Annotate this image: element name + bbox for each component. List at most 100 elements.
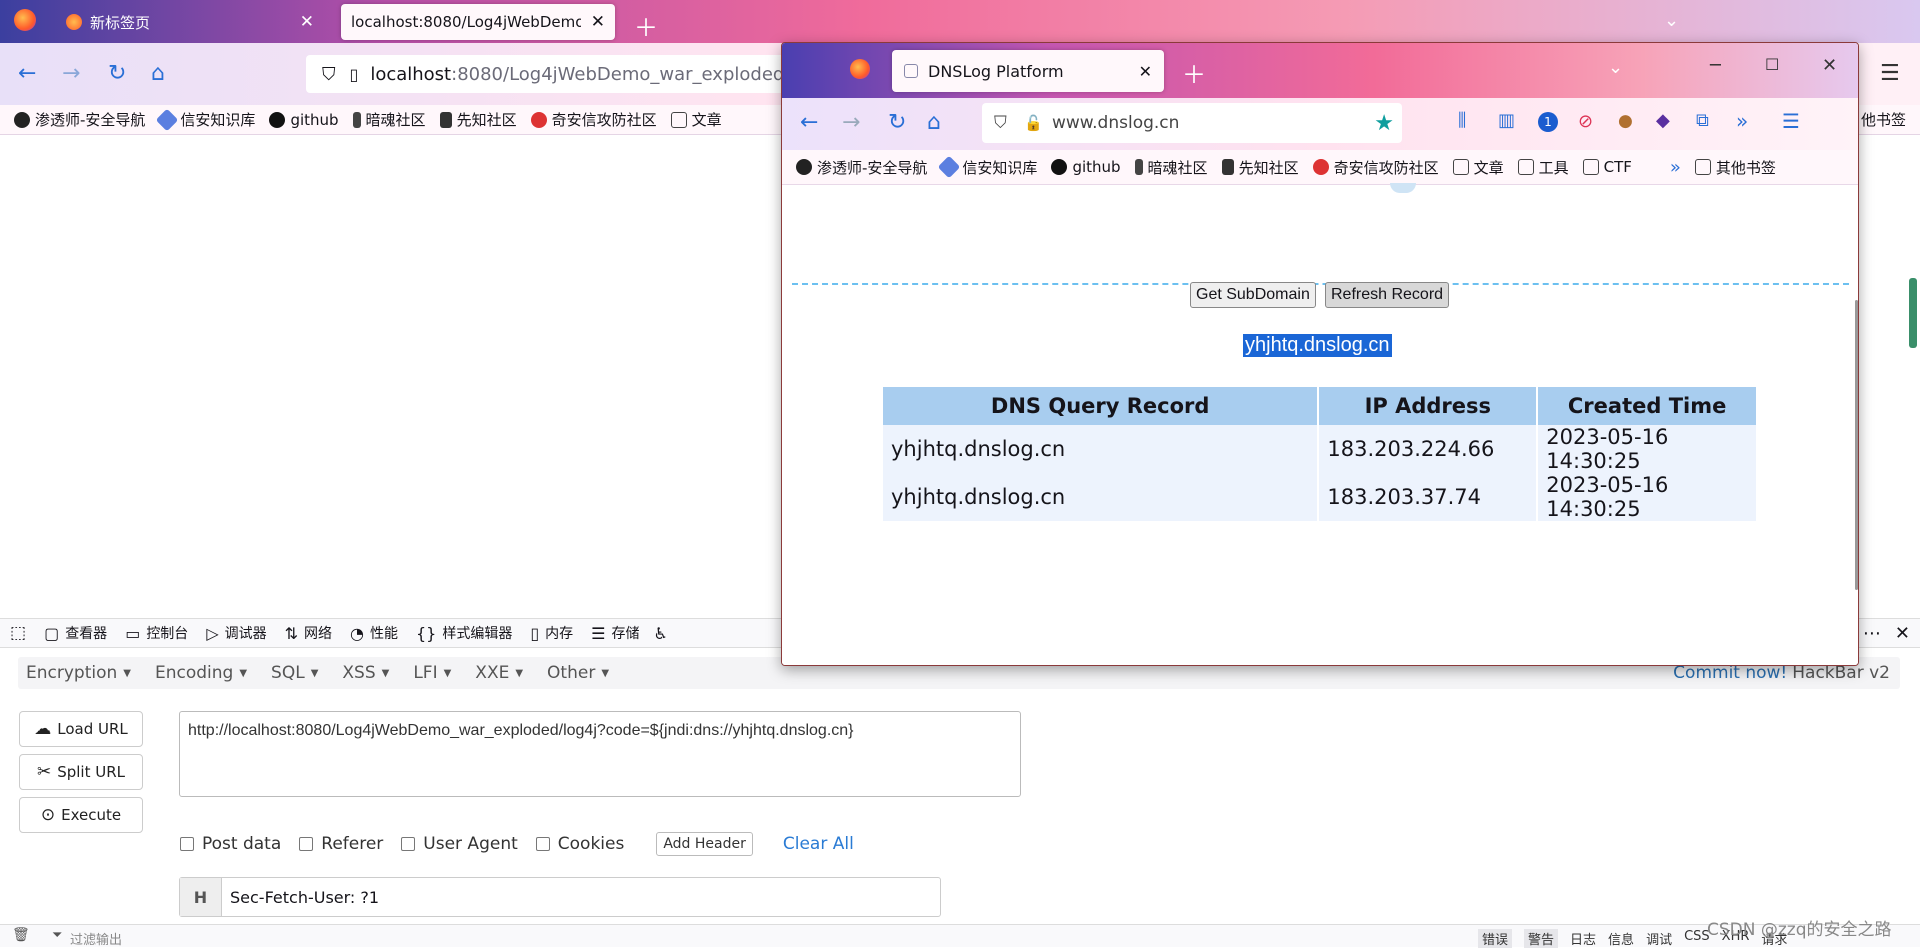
overflow-chevrons-icon[interactable]: » bbox=[1736, 109, 1748, 133]
bookmark-star-icon[interactable]: ★ bbox=[1374, 111, 1394, 136]
home-icon[interactable]: ⌂ bbox=[927, 110, 941, 135]
menu-other[interactable]: Other ▼ bbox=[547, 663, 609, 683]
get-subdomain-button[interactable]: Get SubDomain bbox=[1190, 282, 1316, 308]
close-window-icon[interactable]: ✕ bbox=[1822, 55, 1837, 76]
level-errors[interactable]: 错误 bbox=[1478, 929, 1513, 948]
bookmark-folder[interactable]: 他书签 bbox=[1861, 109, 1906, 130]
post-data-checkbox[interactable]: Post data bbox=[180, 834, 281, 854]
level-logs[interactable]: 日志 bbox=[1570, 929, 1596, 948]
execute-button[interactable]: ⊙ Execute bbox=[19, 797, 143, 833]
firefox-icon[interactable] bbox=[14, 9, 36, 31]
new-tab-plus-icon[interactable]: ＋ bbox=[634, 8, 658, 43]
load-url-button[interactable]: ☁ Load URL bbox=[19, 711, 143, 747]
menu-encryption[interactable]: Encryption ▼ bbox=[26, 663, 131, 683]
bookmark-item[interactable]: 先知社区 bbox=[1221, 157, 1299, 178]
bookmark-item[interactable]: 奇安信攻防社区 bbox=[1312, 157, 1439, 178]
user-agent-checkbox[interactable]: User Agent bbox=[401, 834, 518, 854]
list-tabs-chevron-icon[interactable]: ⌄ bbox=[1608, 57, 1623, 78]
popup-scrollbar[interactable] bbox=[1855, 300, 1858, 590]
add-header-button[interactable]: Add Header bbox=[656, 832, 753, 856]
bookmark-item[interactable]: github bbox=[1051, 158, 1121, 176]
url-textarea[interactable]: http://localhost:8080/Log4jWebDemo_war_e… bbox=[179, 711, 1021, 797]
bookmark-item[interactable]: 奇安信攻防社区 bbox=[530, 109, 657, 130]
checkbox-box[interactable] bbox=[401, 837, 416, 851]
shield-icon[interactable]: ⛉ bbox=[994, 113, 1007, 133]
bookmark-item[interactable]: 暗魂社区 bbox=[352, 109, 426, 130]
back-arrow-icon[interactable]: ← bbox=[800, 110, 818, 135]
bookmark-folder[interactable]: 工具 bbox=[1517, 157, 1569, 178]
tab-localhost[interactable]: localhost:8080/Log4jWebDemo_ ✕ bbox=[341, 4, 615, 40]
devtools-tab-storage[interactable]: ☰ 存储 bbox=[591, 623, 639, 643]
devtools-tab-memory[interactable]: ▯ 内存 bbox=[530, 623, 573, 643]
library-icon[interactable]: ⫼ bbox=[1458, 110, 1466, 131]
cookie-icon[interactable]: ● bbox=[1618, 111, 1633, 131]
forward-arrow-icon[interactable]: → bbox=[62, 61, 80, 86]
devtools-tab-style-editor[interactable]: {} 样式编辑器 bbox=[416, 623, 512, 643]
devtools-tab-console[interactable]: ▭ 控制台 bbox=[125, 623, 188, 643]
bookmark-folder[interactable]: CTF bbox=[1582, 158, 1632, 176]
level-info[interactable]: 信息 bbox=[1608, 929, 1634, 948]
firefox-icon[interactable] bbox=[850, 59, 870, 79]
level-debug[interactable]: 调试 bbox=[1646, 929, 1672, 948]
minimize-icon[interactable]: ─ bbox=[1710, 55, 1721, 76]
shield-icon[interactable]: ⛉ bbox=[322, 64, 336, 85]
forward-arrow-icon[interactable]: → bbox=[842, 110, 860, 135]
devtools-tab-network[interactable]: ⇅ 网络 bbox=[285, 623, 332, 643]
commit-now-link[interactable]: Commit now! bbox=[1673, 663, 1787, 683]
bookmark-item[interactable]: github bbox=[269, 111, 339, 129]
bookmark-item[interactable]: 信安知识库 bbox=[156, 108, 255, 131]
list-tabs-chevron-icon[interactable]: ⌄ bbox=[1664, 10, 1679, 31]
checkbox-box[interactable] bbox=[299, 837, 314, 851]
refresh-record-button[interactable]: Refresh Record bbox=[1325, 282, 1450, 308]
bookmark-item[interactable]: 先知社区 bbox=[439, 109, 517, 130]
menu-icon[interactable]: ☰ bbox=[1782, 109, 1800, 133]
extension-badge-icon[interactable]: ◆ bbox=[1656, 110, 1670, 131]
menu-xss[interactable]: XSS ▼ bbox=[342, 663, 389, 683]
menu-sql[interactable]: SQL ▼ bbox=[271, 663, 318, 683]
menu-icon[interactable]: ☰ bbox=[1880, 61, 1900, 86]
main-scrollbar[interactable] bbox=[1909, 278, 1917, 348]
element-picker-icon[interactable]: ⬚ bbox=[10, 623, 26, 643]
close-tab-icon[interactable]: ✕ bbox=[300, 12, 314, 32]
menu-xxe[interactable]: XXE ▼ bbox=[475, 663, 523, 683]
back-arrow-icon[interactable]: ← bbox=[18, 61, 36, 86]
bookmark-item[interactable]: 渗透师-安全导航 bbox=[14, 109, 145, 130]
menu-lfi[interactable]: LFI ▼ bbox=[413, 663, 451, 683]
blocker-extension-icon[interactable]: ⊘ bbox=[1578, 111, 1593, 132]
tab-dnslog[interactable]: DNSLog Platform ✕ bbox=[892, 50, 1164, 92]
reload-icon[interactable]: ↻ bbox=[108, 61, 126, 86]
onepassword-icon[interactable]: 1 bbox=[1538, 112, 1558, 132]
level-warnings[interactable]: 警告 bbox=[1524, 929, 1559, 948]
reload-icon[interactable]: ↻ bbox=[888, 110, 906, 135]
bookmark-item[interactable]: 渗透师-安全导航 bbox=[796, 157, 927, 178]
header-input[interactable]: Sec-Fetch-User: ?1 bbox=[230, 888, 379, 907]
trash-icon[interactable]: 🗑 bbox=[12, 927, 30, 943]
bookmark-item[interactable]: 信安知识库 bbox=[938, 155, 1037, 179]
devtools-tab-debugger[interactable]: ▷ 调试器 bbox=[206, 623, 266, 643]
tab-new-tab[interactable]: 新标签页 ✕ bbox=[56, 4, 324, 40]
clear-all-link[interactable]: Clear All bbox=[783, 834, 854, 854]
maximize-icon[interactable]: ☐ bbox=[1765, 55, 1779, 74]
cookies-checkbox[interactable]: Cookies bbox=[535, 834, 624, 854]
insecure-lock-icon[interactable]: 🔓 bbox=[1024, 114, 1043, 132]
close-tab-icon[interactable]: ✕ bbox=[1139, 62, 1152, 81]
home-icon[interactable]: ⌂ bbox=[151, 61, 165, 86]
level-css[interactable]: CSS bbox=[1684, 929, 1710, 948]
devtools-tab-inspector[interactable]: ▢ 查看器 bbox=[44, 623, 107, 643]
close-devtools-icon[interactable]: ✕ bbox=[1895, 623, 1910, 644]
accessibility-icon[interactable]: ♿ bbox=[654, 624, 668, 643]
filter-input[interactable]: 过滤输出 bbox=[70, 929, 122, 948]
checkbox-box[interactable] bbox=[180, 837, 194, 851]
bookmark-folder[interactable]: 文章 bbox=[670, 109, 722, 130]
split-url-button[interactable]: ✂ Split URL bbox=[19, 754, 143, 790]
close-tab-icon[interactable]: ✕ bbox=[591, 12, 605, 32]
bookmark-folder[interactable]: 文章 bbox=[1452, 157, 1504, 178]
more-options-icon[interactable]: ⋯ bbox=[1863, 623, 1881, 644]
bookmark-folder[interactable]: 其他书签 bbox=[1694, 157, 1776, 178]
sidebar-icon[interactable]: ▥ bbox=[1498, 110, 1515, 131]
new-tab-plus-icon[interactable]: ＋ bbox=[1182, 55, 1206, 90]
overflow-chevrons-icon[interactable]: » bbox=[1670, 157, 1681, 178]
popup-url-bar[interactable]: ⛉ 🔓 www.dnslog.cn ★ bbox=[982, 103, 1402, 143]
devtools-tab-performance[interactable]: ◔ 性能 bbox=[350, 623, 398, 643]
extensions-puzzle-icon[interactable]: ⧉ bbox=[1696, 110, 1709, 131]
